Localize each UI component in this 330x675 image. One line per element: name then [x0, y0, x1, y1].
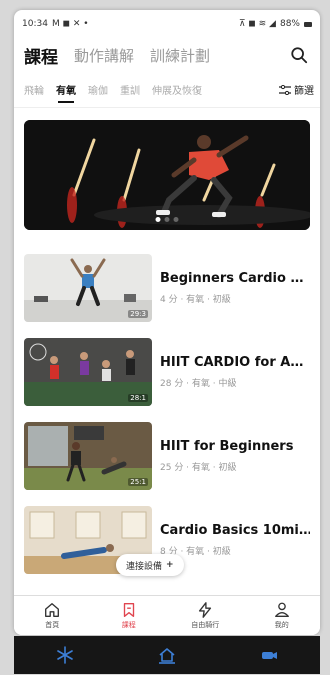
nav-courses-label: 課程 [121, 621, 136, 629]
tab-exercise-guide[interactable]: 動作講解 [74, 45, 134, 66]
featured-banner[interactable] [24, 120, 310, 230]
banner-image [24, 120, 310, 230]
banner-dot[interactable] [164, 217, 170, 222]
course-title: Beginners Cardio 5… [160, 271, 310, 286]
status-bar: 10:34 M ◼ ✕ • ⊼ ◼ ≋ ◢ 88% [14, 10, 320, 38]
course-meta: 4 分 · 有氧 · 初級 [160, 295, 231, 305]
nav-courses[interactable]: 課程 [99, 601, 159, 630]
sliders-icon [279, 84, 291, 95]
course-meta: 8 分 · 有氧 · 初級 [160, 547, 231, 557]
nav-home-label: 首頁 [45, 621, 60, 629]
filter-chip-cycling[interactable]: 飛輪 [24, 82, 44, 97]
person-icon [274, 602, 289, 617]
banner-dot[interactable] [173, 217, 179, 222]
filter-chip-strength[interactable]: 重訓 [120, 82, 140, 97]
home-icon [45, 603, 60, 617]
nav-free-ride[interactable]: 自由騎行 [175, 601, 235, 630]
duration-badge: 25:1 [128, 478, 148, 486]
course-title: Cardio Basics 10min… [160, 523, 310, 538]
home-outline-icon[interactable] [157, 645, 177, 665]
status-time: 10:34 [22, 19, 48, 29]
course-feed[interactable]: 29:3 Beginners Cardio 5… 4 分 · 有氧 · 初級 2… [14, 108, 320, 575]
notification-icons: M ◼ ✕ • [51, 19, 89, 29]
course-meta: 28 分 · 有氧 · 中級 [160, 379, 237, 389]
bolt-icon [199, 602, 212, 618]
snowflake-icon[interactable] [55, 645, 75, 665]
duration-badge: 29:3 [128, 310, 148, 318]
duration-badge: 28:1 [128, 394, 148, 402]
connect-device-label: 連接設備 [126, 561, 163, 572]
phone-screen: 10:34 M ◼ ✕ • ⊼ ◼ ≋ ◢ 88% 課程 動作講解 訓練計劃 飛… [14, 10, 320, 635]
nav-profile[interactable]: 我的 [252, 601, 312, 630]
top-tabs: 課程 動作講解 訓練計劃 [14, 38, 320, 72]
battery-icon [304, 21, 312, 27]
course-thumbnail: 25:1 [24, 422, 152, 490]
filter-chip-stretch[interactable]: 伸展及恢復 [152, 82, 202, 97]
category-filter-row: 飛輪 有氧 瑜伽 重訓 伸展及恢復 篩選 [14, 72, 320, 108]
camera-icon[interactable] [259, 645, 279, 665]
connect-device-button[interactable]: 連接設備 + [116, 554, 184, 576]
course-title: HIIT CARDIO for Adv… [160, 355, 310, 370]
plus-icon: + [166, 560, 174, 570]
banner-dot[interactable] [155, 217, 161, 222]
filter-chip-yoga[interactable]: 瑜伽 [88, 82, 108, 97]
nav-profile-label: 我的 [274, 621, 289, 629]
course-item[interactable]: 29:3 Beginners Cardio 5… 4 分 · 有氧 · 初級 [14, 246, 320, 330]
search-icon[interactable] [290, 46, 308, 64]
banner-pagination [155, 217, 179, 222]
signal-icons: ⊼ ◼ ≋ ◢ [238, 19, 276, 29]
filter-chip-cardio[interactable]: 有氧 [56, 82, 76, 103]
tab-training-plan[interactable]: 訓練計劃 [150, 45, 210, 66]
course-meta: 25 分 · 有氧 · 初級 [160, 463, 237, 473]
bottom-navigation: 首頁 課程 自由騎行 我的 [14, 595, 320, 635]
course-list: 29:3 Beginners Cardio 5… 4 分 · 有氧 · 初級 2… [14, 246, 320, 575]
course-thumbnail: 29:3 [24, 254, 152, 322]
filter-button[interactable]: 篩選 [273, 82, 314, 97]
bookmark-icon [123, 603, 134, 617]
course-title: HIIT for Beginners [160, 439, 294, 454]
course-item[interactable]: 28:1 HIIT CARDIO for Adv… 28 分 · 有氧 · 中級 [14, 330, 320, 414]
tab-courses[interactable]: 課程 [24, 43, 58, 68]
nav-home[interactable]: 首頁 [22, 601, 82, 630]
nav-free-ride-label: 自由騎行 [191, 621, 220, 629]
system-navigation-bar [14, 636, 320, 674]
battery-level: 88% [279, 19, 300, 29]
filter-button-label: 篩選 [294, 86, 314, 97]
course-thumbnail: 28:1 [24, 338, 152, 406]
course-item[interactable]: 25:1 HIIT for Beginners 25 分 · 有氧 · 初級 [14, 414, 320, 498]
